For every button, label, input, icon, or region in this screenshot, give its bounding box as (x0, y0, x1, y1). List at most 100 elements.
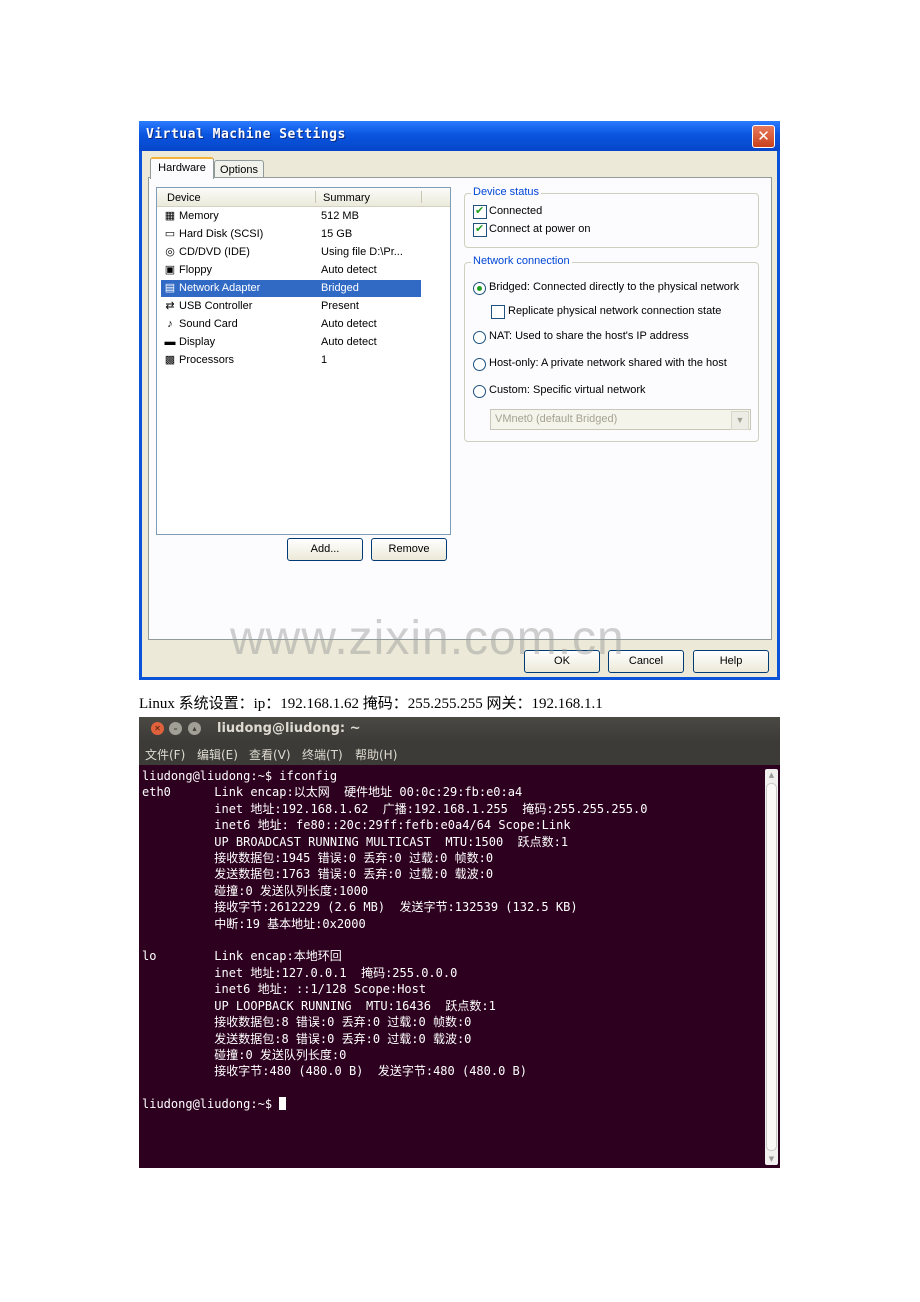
terminal-line: eth0 Link encap:以太网 硬件地址 00:0c:29:fb:e0:… (142, 785, 523, 800)
device-row[interactable]: ⇄ USB Controller Present (161, 298, 421, 315)
terminal-line: liudong@liudong:~$ ifconfig (142, 769, 338, 783)
menu-edit[interactable]: 编辑(E) (197, 746, 238, 763)
memory-icon: ▦ (164, 210, 176, 222)
menu-file[interactable]: 文件(F) (145, 746, 185, 763)
terminal-line: 接收数据包:8 错误:0 丢弃:0 过载:0 帧数:0 (142, 1015, 472, 1030)
custom-label[interactable]: Custom: Specific virtual network (489, 384, 646, 396)
terminal-prompt: liudong@liudong:~$ (142, 1097, 280, 1112)
device-row[interactable]: ♪ Sound Card Auto detect (161, 316, 421, 333)
terminal-line: UP BROADCAST RUNNING MULTICAST MTU:1500 … (142, 834, 569, 849)
replicate-state-label[interactable]: Replicate physical network connection st… (508, 305, 721, 317)
host-only-label[interactable]: Host-only: A private network shared with… (489, 357, 727, 369)
terminal-line: 发送数据包:8 错误:0 丢弃:0 过载:0 载波:0 (142, 1031, 472, 1046)
connected-checkbox[interactable] (473, 204, 487, 219)
scroll-up-icon[interactable]: ▲ (765, 769, 778, 781)
device-row[interactable]: ◎ CD/DVD (IDE) Using file D:\Pr... (161, 244, 421, 261)
device-summary: 15 GB (321, 228, 353, 240)
device-summary: Bridged (321, 282, 359, 294)
device-row[interactable]: ▩ Processors 1 (161, 352, 421, 369)
add-button[interactable]: Add... (287, 538, 363, 561)
terminal-line: inet6 地址: ::1/128 Scope:Host (142, 982, 427, 997)
device-summary: Present (321, 300, 359, 312)
vmnet-select[interactable]: VMnet0 (default Bridged) ▼ (490, 409, 751, 430)
watermark: www.zixin.com.cn (230, 612, 625, 665)
connected-label[interactable]: Connected (489, 205, 542, 217)
nat-label[interactable]: NAT: Used to share the host's IP address (489, 330, 689, 342)
network-connection-group: Network connection Bridged: Connected di… (464, 255, 759, 442)
cd-dvd-icon: ◎ (165, 246, 175, 258)
custom-radio[interactable] (473, 385, 486, 398)
vmnet-select-value: VMnet0 (default Bridged) (495, 413, 618, 425)
terminal-line: 碰撞:0 发送队列长度:1000 (142, 883, 369, 898)
hard-disk-icon: ▭ (164, 228, 176, 240)
terminal-maximize-button[interactable]: ▴ (188, 722, 201, 735)
terminal-output[interactable]: liudong@liudong:~$ ifconfig eth0 Link en… (142, 768, 760, 1163)
device-name: Floppy (179, 264, 213, 276)
terminal-line: 碰撞:0 发送队列长度:0 (142, 1047, 347, 1062)
terminal-title-bar[interactable]: ✕ – ▴ liudong@liudong: ~ (139, 717, 780, 741)
terminal-line: lo Link encap:本地环回 (142, 949, 342, 964)
device-row[interactable]: ▦ Memory 512 MB (161, 208, 421, 225)
device-row[interactable]: ▬ Display Auto detect (161, 334, 421, 351)
remove-button[interactable]: Remove (371, 538, 447, 561)
device-row[interactable]: ▤ Network Adapter Bridged (161, 280, 421, 297)
device-name: USB Controller (179, 300, 253, 312)
device-row[interactable]: ▭ Hard Disk (SCSI) 15 GB (161, 226, 421, 243)
tab-hardware[interactable]: Hardware (150, 157, 214, 179)
vm-title-bar[interactable]: Virtual Machine Settings ✕ (139, 121, 780, 151)
connect-at-power-on-label[interactable]: Connect at power on (489, 223, 591, 235)
terminal-line: inet 地址:127.0.0.1 掩码:255.0.0.0 (142, 965, 458, 980)
menu-help[interactable]: 帮助(H) (355, 746, 397, 763)
device-summary: 512 MB (321, 210, 359, 222)
terminal-line: 接收字节:480 (480.0 B) 发送字节:480 (480.0 B) (142, 1064, 527, 1079)
nat-radio[interactable] (473, 331, 486, 344)
usb-icon: ⇄ (165, 300, 175, 312)
scroll-down-icon[interactable]: ▼ (765, 1153, 778, 1165)
replicate-state-checkbox[interactable] (491, 305, 505, 319)
processor-icon: ▩ (164, 354, 176, 366)
hardware-panel: Device Summary ▦ Memory 512 MB ▭ Hard Disk (… (148, 177, 772, 640)
device-summary: Auto detect (321, 336, 377, 348)
terminal-minimize-button[interactable]: – (169, 722, 182, 735)
terminal-line: UP LOOPBACK RUNNING MTU:16436 跃点数:1 (142, 998, 496, 1013)
device-name: Sound Card (179, 318, 238, 330)
device-summary: 1 (321, 354, 328, 366)
floppy-icon: ▣ (164, 264, 176, 276)
device-summary: Using file D:\Pr... (321, 246, 403, 258)
menu-terminal[interactable]: 终端(T) (302, 746, 343, 763)
network-connection-legend: Network connection (471, 255, 572, 267)
help-button[interactable]: Help (693, 650, 769, 673)
device-column-header[interactable]: Device (167, 192, 201, 204)
vm-settings-window: Virtual Machine Settings ✕ Hardware Opti… (139, 121, 780, 680)
device-name: Memory (179, 210, 219, 222)
chevron-down-icon[interactable]: ▼ (731, 411, 749, 430)
device-row[interactable]: ▣ Floppy Auto detect (161, 262, 421, 279)
close-button[interactable]: ✕ (752, 125, 775, 148)
device-name: Hard Disk (SCSI) (179, 228, 264, 240)
bridged-radio[interactable] (473, 282, 486, 295)
terminal-line: 接收字节:2612229 (2.6 MB) 发送字节:132539 (132.5… (142, 900, 578, 915)
terminal-scrollbar[interactable]: ▲ ▼ (765, 769, 778, 1165)
device-name: Display (179, 336, 216, 348)
device-summary: Auto detect (321, 318, 377, 330)
terminal-title: liudong@liudong: ~ (217, 721, 361, 736)
scrollbar-thumb[interactable] (766, 783, 777, 1151)
close-icon: ✕ (757, 127, 770, 145)
network-adapter-icon: ▤ (164, 282, 176, 294)
connect-at-power-on-checkbox[interactable] (473, 222, 487, 237)
vm-window-title: Virtual Machine Settings (146, 127, 346, 142)
terminal-window: ✕ – ▴ liudong@liudong: ~ 文件(F) 编辑(E) 查看(… (139, 717, 780, 1168)
bridged-label[interactable]: Bridged: Connected directly to the physi… (489, 281, 739, 293)
terminal-close-button[interactable]: ✕ (151, 722, 164, 735)
terminal-line: inet6 地址: fe80::20c:29ff:fefb:e0a4/64 Sc… (142, 818, 571, 833)
device-status-legend: Device status (471, 186, 542, 198)
device-list-header: Device Summary (157, 188, 450, 207)
terminal-line: 接收数据包:1945 错误:0 丢弃:0 过载:0 帧数:0 (142, 851, 494, 866)
host-only-radio[interactable] (473, 358, 486, 371)
device-summary: Auto detect (321, 264, 377, 276)
terminal-line: inet 地址:192.168.1.62 广播:192.168.1.255 掩码… (142, 801, 648, 816)
device-name: Network Adapter (179, 282, 261, 294)
summary-column-header[interactable]: Summary (323, 192, 370, 204)
menu-view[interactable]: 查看(V) (249, 746, 291, 763)
device-list[interactable]: Device Summary ▦ Memory 512 MB ▭ Hard Disk (… (156, 187, 451, 535)
